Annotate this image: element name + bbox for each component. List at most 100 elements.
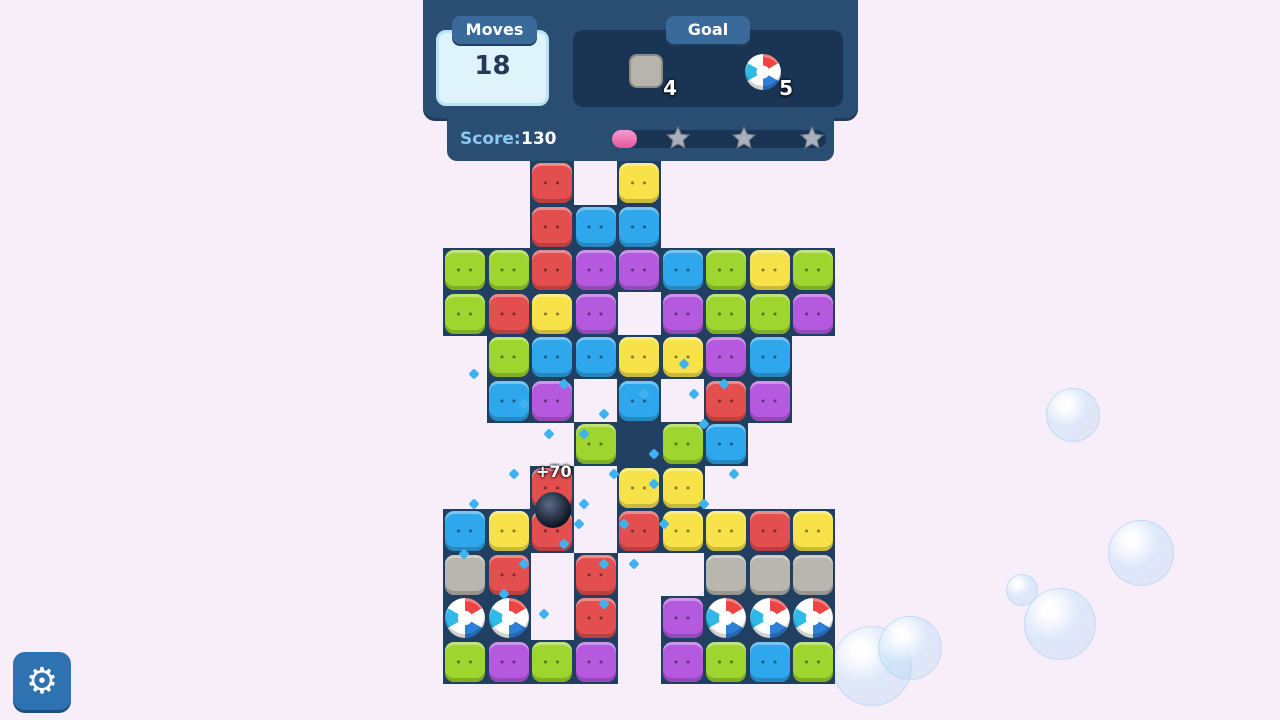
tile-face: • • bbox=[803, 525, 823, 538]
yellow-tile[interactable]: • • bbox=[662, 467, 703, 508]
blue-tile[interactable]: • • bbox=[749, 337, 790, 377]
combo-score: +70 bbox=[536, 462, 572, 481]
tile-face: • • bbox=[629, 220, 649, 234]
tile-face: • • bbox=[803, 264, 823, 277]
purple-tile[interactable]: • • bbox=[793, 293, 833, 334]
tile-face: • • bbox=[498, 351, 519, 364]
stone-tile[interactable] bbox=[749, 554, 790, 595]
blue-tile[interactable]: • • bbox=[445, 511, 485, 551]
purple-tile[interactable]: • • bbox=[662, 293, 703, 334]
tile-face: • • bbox=[585, 307, 606, 321]
tile-face: • • bbox=[585, 220, 606, 234]
green-tile[interactable]: • • bbox=[706, 641, 746, 682]
green-tile[interactable]: • • bbox=[488, 250, 529, 290]
purple-tile[interactable]: • • bbox=[575, 641, 616, 682]
tile-face: • • bbox=[629, 351, 649, 364]
blue-tile[interactable]: • • bbox=[662, 250, 703, 290]
green-tile[interactable]: • • bbox=[706, 250, 746, 290]
tile-face: • • bbox=[542, 264, 562, 277]
ball-tile[interactable] bbox=[749, 598, 790, 638]
blue-tile[interactable]: • • bbox=[532, 337, 572, 377]
tile-face: • • bbox=[629, 394, 649, 408]
tile-face: • • bbox=[672, 525, 693, 538]
yellow-tile[interactable]: • • bbox=[532, 293, 572, 334]
green-tile[interactable]: • • bbox=[488, 337, 529, 377]
red-tile[interactable]: • • bbox=[749, 511, 790, 551]
tile-face: • • bbox=[716, 264, 736, 277]
tile-face: • • bbox=[672, 612, 693, 625]
purple-tile[interactable]: • • bbox=[488, 641, 529, 682]
green-tile[interactable]: • • bbox=[532, 641, 572, 682]
gear-icon: ⚙ bbox=[25, 660, 59, 702]
tile-face: • • bbox=[672, 438, 693, 451]
stone-tile[interactable] bbox=[445, 554, 485, 595]
purple-tile[interactable]: • • bbox=[662, 598, 703, 638]
blue-tile[interactable]: • • bbox=[749, 641, 790, 682]
red-tile[interactable]: • • bbox=[575, 554, 616, 595]
red-tile[interactable]: • • bbox=[488, 293, 529, 334]
tile-face: • • bbox=[542, 177, 562, 190]
green-tile[interactable]: • • bbox=[445, 250, 485, 290]
tile-face: • • bbox=[455, 307, 475, 321]
settings-button[interactable]: ⚙ bbox=[13, 652, 71, 710]
red-tile[interactable]: • • bbox=[532, 250, 572, 290]
tile-face: • • bbox=[585, 351, 606, 364]
tile-face: • • bbox=[585, 568, 606, 582]
tile-face: • • bbox=[498, 264, 519, 277]
tile-face: • • bbox=[455, 655, 475, 669]
stone-tile[interactable] bbox=[793, 554, 833, 595]
green-tile[interactable]: • • bbox=[749, 293, 790, 334]
ball-tile[interactable] bbox=[445, 598, 485, 638]
purple-tile[interactable]: • • bbox=[575, 293, 616, 334]
ball-tile[interactable] bbox=[706, 598, 746, 638]
red-tile[interactable]: • • bbox=[532, 163, 572, 203]
tile-face: • • bbox=[716, 307, 736, 321]
yellow-tile[interactable]: • • bbox=[619, 163, 659, 203]
tile-face: • • bbox=[455, 264, 475, 277]
tile-face: • • bbox=[759, 351, 780, 364]
yellow-tile[interactable]: • • bbox=[662, 337, 703, 377]
green-tile[interactable]: • • bbox=[445, 293, 485, 334]
tile-face: • • bbox=[455, 525, 475, 538]
purple-tile[interactable]: • • bbox=[706, 337, 746, 377]
tile-face: • • bbox=[542, 351, 562, 364]
yellow-tile[interactable]: • • bbox=[662, 511, 703, 551]
purple-tile[interactable]: • • bbox=[575, 250, 616, 290]
green-tile[interactable]: • • bbox=[793, 250, 833, 290]
blue-tile[interactable]: • • bbox=[706, 424, 746, 464]
green-tile[interactable]: • • bbox=[793, 641, 833, 682]
tile-face: • • bbox=[759, 264, 780, 277]
tile-face: • • bbox=[716, 438, 736, 451]
tile-face: • • bbox=[542, 655, 562, 669]
purple-tile[interactable]: • • bbox=[619, 250, 659, 290]
yellow-tile[interactable]: • • bbox=[619, 337, 659, 377]
red-tile[interactable]: • • bbox=[575, 598, 616, 638]
tile-face: • • bbox=[498, 568, 519, 582]
tile-face: • • bbox=[585, 438, 606, 451]
green-tile[interactable]: • • bbox=[445, 641, 485, 682]
yellow-tile[interactable]: • • bbox=[706, 511, 746, 551]
purple-tile[interactable]: • • bbox=[662, 641, 703, 682]
blue-tile[interactable]: • • bbox=[575, 337, 616, 377]
purple-tile[interactable]: • • bbox=[749, 380, 790, 421]
tile-face: • • bbox=[585, 655, 606, 669]
yellow-tile[interactable]: • • bbox=[749, 250, 790, 290]
blue-tile[interactable]: • • bbox=[619, 206, 659, 247]
red-tile[interactable]: • • bbox=[619, 511, 659, 551]
tile-face: • • bbox=[498, 307, 519, 321]
red-tile[interactable]: • • bbox=[532, 206, 572, 247]
ball-tile[interactable] bbox=[488, 598, 529, 638]
bomb-icon[interactable] bbox=[535, 492, 571, 528]
green-tile[interactable]: • • bbox=[706, 293, 746, 334]
tile-face: • • bbox=[672, 655, 693, 669]
tile-face: • • bbox=[716, 394, 736, 408]
tile-face: • • bbox=[542, 307, 562, 321]
stone-tile[interactable] bbox=[706, 554, 746, 595]
ball-tile[interactable] bbox=[793, 598, 833, 638]
blue-tile[interactable]: • • bbox=[575, 206, 616, 247]
yellow-tile[interactable]: • • bbox=[488, 511, 529, 551]
yellow-tile[interactable]: • • bbox=[793, 511, 833, 551]
tile-face: • • bbox=[629, 264, 649, 277]
green-tile[interactable]: • • bbox=[662, 424, 703, 464]
blue-tile[interactable]: • • bbox=[619, 380, 659, 421]
